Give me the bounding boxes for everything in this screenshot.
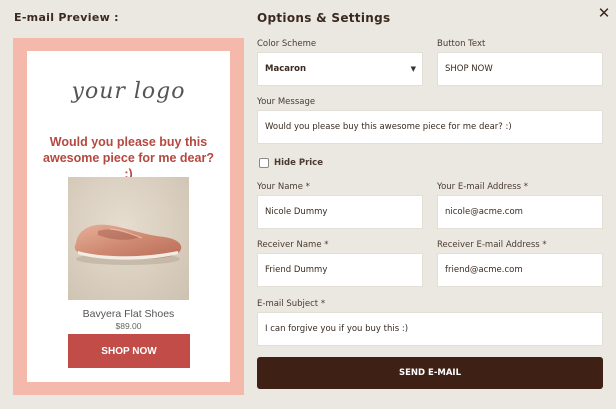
button-text-value: SHOP NOW xyxy=(445,64,493,74)
email-preview-frame: your logo Would you please buy this awes… xyxy=(13,38,244,395)
preview-title: E-mail Preview : xyxy=(14,11,119,24)
button-text-input[interactable]: SHOP NOW xyxy=(437,52,603,86)
button-text-label: Button Text xyxy=(437,39,486,49)
send-email-button[interactable]: SEND E-MAIL xyxy=(257,357,603,389)
receiver-name-input[interactable]: Friend Dummy xyxy=(257,253,423,287)
color-scheme-label: Color Scheme xyxy=(257,39,317,49)
your-name-value: Nicole Dummy xyxy=(265,207,328,217)
shop-now-button[interactable]: SHOP NOW xyxy=(68,334,190,368)
message-input[interactable]: Would you please buy this awesome piece … xyxy=(257,110,603,144)
receiver-email-value: friend@acme.com xyxy=(445,265,523,275)
receiver-name-value: Friend Dummy xyxy=(265,265,328,275)
subject-value: I can forgive you if you buy this :) xyxy=(265,324,409,334)
receiver-email-input[interactable]: friend@acme.com xyxy=(437,253,603,287)
hide-price-label: Hide Price xyxy=(274,158,323,168)
product-name: Bavyera Flat Shoes xyxy=(82,308,175,320)
close-icon[interactable]: ✕ xyxy=(596,4,612,22)
your-email-input[interactable]: nicole@acme.com xyxy=(437,195,603,229)
your-email-value: nicole@acme.com xyxy=(445,207,523,217)
email-preview-card: your logo Would you please buy this awes… xyxy=(27,51,230,382)
subject-input[interactable]: I can forgive you if you buy this :) xyxy=(257,312,603,346)
color-scheme-select[interactable]: Macaron ▼ xyxy=(257,52,423,86)
subject-label: E-mail Subject * xyxy=(257,299,326,309)
your-name-label: Your Name * xyxy=(257,182,310,192)
logo: your logo xyxy=(71,79,186,104)
options-title: Options & Settings xyxy=(257,11,391,25)
product-image xyxy=(68,177,189,300)
your-name-input[interactable]: Nicole Dummy xyxy=(257,195,423,229)
color-scheme-value: Macaron xyxy=(265,64,307,74)
product-price: $89.00 xyxy=(115,321,142,331)
message-label: Your Message xyxy=(257,97,316,107)
hide-price-checkbox[interactable] xyxy=(259,158,269,168)
receiver-name-label: Receiver Name * xyxy=(257,240,329,250)
message-value: Would you please buy this awesome piece … xyxy=(265,122,512,132)
shoe-icon xyxy=(74,224,182,265)
receiver-email-label: Receiver E-mail Address * xyxy=(437,240,547,250)
chevron-down-icon: ▼ xyxy=(410,65,416,73)
your-email-label: Your E-mail Address * xyxy=(437,182,529,192)
email-message: Would you please buy this awesome piece … xyxy=(43,135,214,181)
